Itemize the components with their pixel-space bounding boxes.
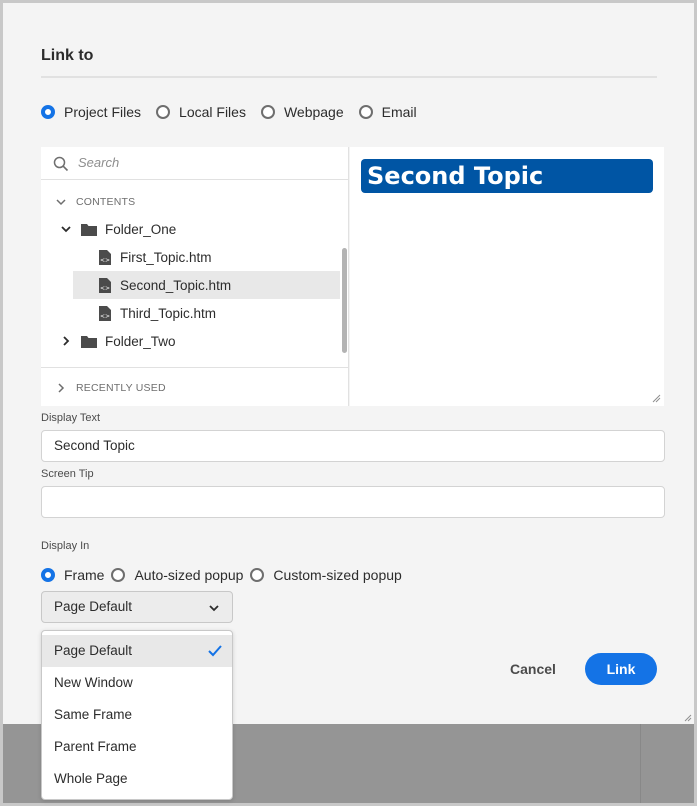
radio-custom-sized-popup-label[interactable]: Custom-sized popup [273,567,401,583]
preview-heading: Second Topic [361,159,653,193]
radio-project-files[interactable] [41,105,55,119]
svg-text:<>: <> [100,257,110,264]
folder-two-label: Folder_Two [105,333,176,349]
display-in-label: Display In [41,540,90,552]
dialog-title: Link to [41,47,94,64]
resize-grip-icon[interactable] [652,394,661,403]
cancel-button[interactable]: Cancel [501,653,565,685]
radio-custom-sized-popup[interactable] [250,568,265,582]
folder-icon [81,335,97,348]
chevron-right-icon [58,383,65,393]
menu-item-label: New Window [54,675,133,690]
topic-preview: Second Topic [350,147,664,406]
chevron-down-icon [61,226,71,233]
menu-item-new-window[interactable]: New Window [42,667,232,699]
search-placeholder: Search [78,155,120,170]
tree-file-second-topic[interactable]: <> Second_Topic.htm [73,271,340,299]
link-button[interactable]: Link [585,653,657,685]
radio-local-files-label[interactable]: Local Files [179,104,246,120]
radio-local-files[interactable] [156,105,171,119]
screen-tip-label: Screen Tip [41,468,94,480]
screen-tip-input[interactable] [41,486,665,518]
html-file-icon: <> [99,305,111,321]
tree-scrollbar[interactable] [340,180,349,366]
file-label: First_Topic.htm [120,249,212,265]
tree-folder-one[interactable]: Folder_One [41,215,341,243]
menu-item-label: Parent Frame [54,739,137,754]
radio-project-files-label[interactable]: Project Files [64,104,141,120]
display-in-radio-group: Frame Auto-sized popup Custom-sized popu… [41,567,417,583]
radio-email[interactable] [358,105,373,119]
link-type-radio-group: Project Files Local Files Webpage Email [41,104,432,120]
contents-label: CONTENTS [76,196,136,208]
link-to-dialog: Link to Project Files Local Files Webpag… [3,3,694,724]
menu-item-page-default[interactable]: Page Default [42,635,232,667]
radio-frame[interactable] [41,568,55,582]
tree-section-contents[interactable]: CONTENTS [41,188,341,216]
folder-icon [81,223,97,236]
menu-item-whole-page[interactable]: Whole Page [42,763,232,795]
chevron-down-icon [56,199,66,206]
file-label: Second_Topic.htm [120,277,232,293]
menu-item-parent-frame[interactable]: Parent Frame [42,731,232,763]
frame-select-value: Page Default [54,599,133,614]
chevron-right-icon [63,336,70,346]
html-file-icon: <> [99,277,111,293]
radio-auto-sized-popup-label[interactable]: Auto-sized popup [134,567,243,583]
tree-scrollbar-thumb[interactable] [342,248,347,353]
background-divider [640,724,641,803]
display-text-input[interactable]: Second Topic [41,430,665,462]
search-input[interactable]: Search [41,147,349,180]
tree-file-third-topic[interactable]: <> Third_Topic.htm [41,299,341,327]
frame-dropdown-menu: Page Default New Window Same Frame Paren… [41,630,233,800]
menu-item-label: Whole Page [54,771,128,786]
file-tree-panel: Search CONTENTS Folder_One <> First_Topi… [41,147,349,406]
frame-select[interactable]: Page Default [41,591,233,623]
tree-folder-two[interactable]: Folder_Two [41,327,341,355]
dialog-resize-grip-icon[interactable] [684,714,692,722]
svg-text:<>: <> [100,313,110,320]
tree-section-recently-used[interactable]: RECENTLY USED [41,374,341,402]
recently-used-label: RECENTLY USED [76,382,166,394]
radio-webpage[interactable] [260,105,275,119]
folder-one-label: Folder_One [105,221,177,237]
display-text-label: Display Text [41,412,101,424]
search-icon [53,156,69,172]
radio-webpage-label[interactable]: Webpage [284,104,344,120]
menu-item-label: Page Default [54,643,133,658]
menu-item-label: Same Frame [54,707,133,722]
tree-file-first-topic[interactable]: <> First_Topic.htm [41,243,341,271]
menu-item-same-frame[interactable]: Same Frame [42,699,232,731]
tree-divider [41,367,349,368]
title-divider [41,76,657,78]
radio-email-label[interactable]: Email [382,104,417,120]
svg-text:<>: <> [100,285,110,292]
file-label: Third_Topic.htm [120,305,217,321]
chevron-down-icon [209,605,219,612]
radio-auto-sized-popup[interactable] [111,568,126,582]
checkmark-icon [208,645,222,657]
html-file-icon: <> [99,249,111,265]
radio-frame-label[interactable]: Frame [64,567,104,583]
